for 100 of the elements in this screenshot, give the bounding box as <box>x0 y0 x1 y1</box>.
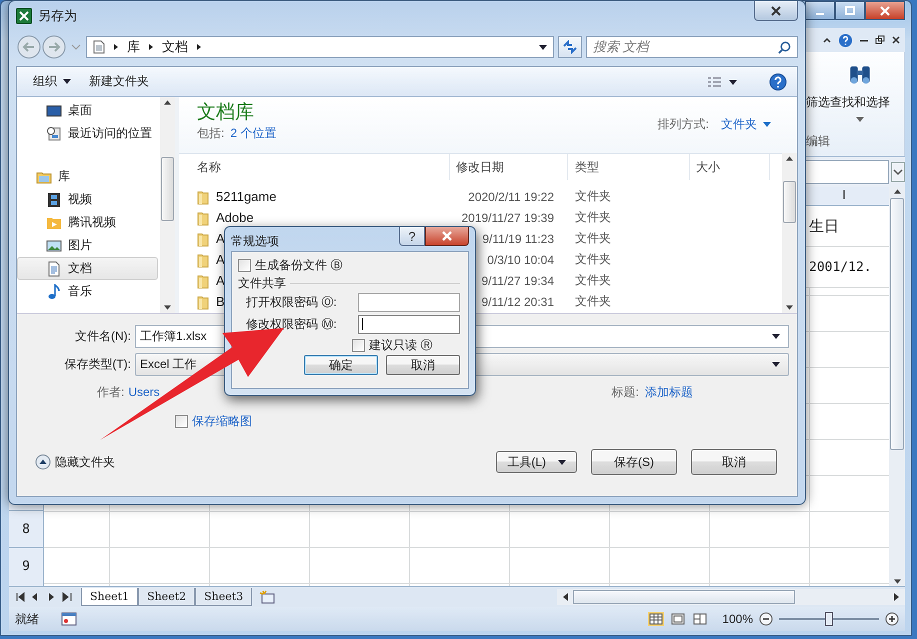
scroll-left-icon[interactable] <box>561 592 569 602</box>
new-folder-button[interactable]: 新建文件夹 <box>89 73 149 90</box>
scroll-down-icon[interactable] <box>894 579 900 584</box>
minimize-button[interactable] <box>805 1 835 20</box>
expand-formula-icon[interactable] <box>891 161 905 183</box>
chevron-icon[interactable] <box>196 43 202 51</box>
add-title-link[interactable]: 添加标题 <box>645 384 693 400</box>
folder-icon <box>197 294 209 310</box>
close-button[interactable] <box>865 1 905 20</box>
help-button[interactable]: ? <box>399 227 425 246</box>
read-only-label[interactable]: 建议只读 Ⓡ <box>369 336 432 354</box>
collapse-icon[interactable] <box>35 454 51 470</box>
chevron-icon[interactable] <box>148 43 154 51</box>
locations-link[interactable]: 2 个位置 <box>230 125 276 142</box>
nav-item[interactable]: 腾讯视频 <box>17 211 158 234</box>
column-header[interactable]: 名称 <box>179 154 450 180</box>
close-button[interactable] <box>754 1 798 21</box>
horizontal-scrollbar[interactable] <box>557 589 905 605</box>
breadcrumb-item[interactable]: 文档 <box>162 38 188 56</box>
page-break-icon[interactable] <box>692 612 708 626</box>
scroll-up-icon[interactable] <box>894 189 900 194</box>
password-field[interactable] <box>358 315 460 334</box>
backup-label[interactable]: 生成备份文件 Ⓑ <box>255 256 342 274</box>
vertical-scrollbar[interactable] <box>782 153 797 313</box>
file-name[interactable]: A <box>216 231 225 246</box>
nav-item[interactable]: 文档 <box>17 257 158 280</box>
scroll-up-icon[interactable] <box>164 100 171 105</box>
address-bar[interactable]: 库 文档 <box>86 36 554 58</box>
zoom-level[interactable]: 100% <box>722 612 753 626</box>
sheet-tab[interactable]: Sheet1 <box>81 588 138 606</box>
ok-button[interactable]: 确定 <box>304 355 378 375</box>
column-header[interactable]: 修改日期 <box>450 154 568 180</box>
row-number[interactable]: 9 <box>9 547 43 584</box>
help-icon[interactable] <box>769 72 787 90</box>
file-name[interactable]: B <box>216 294 225 309</box>
cancel-button[interactable]: 取消 <box>386 355 460 375</box>
table-cell-text: 生日 <box>808 216 839 236</box>
file-type: 文件夹 <box>574 209 612 226</box>
film-icon <box>46 192 62 208</box>
hide-folders-link[interactable]: 隐藏文件夹 <box>55 454 115 470</box>
scroll-thumb[interactable] <box>890 198 904 450</box>
close-icon <box>442 231 452 241</box>
author-link[interactable]: Users <box>128 385 160 399</box>
checkbox[interactable] <box>238 258 251 272</box>
nav-item[interactable]: 最近访问的位置 <box>17 122 158 145</box>
file-name[interactable]: Adobe <box>216 210 254 225</box>
nav-item[interactable]: 桌面 <box>17 99 158 122</box>
tools-button[interactable]: 工具(L) <box>496 451 577 473</box>
maximize-button[interactable] <box>835 1 865 20</box>
scroll-thumb[interactable] <box>161 157 174 221</box>
sort-filter-label[interactable]: 筛选 <box>806 94 830 111</box>
vertical-scrollbar[interactable] <box>889 187 905 586</box>
close-icon[interactable] <box>891 35 901 45</box>
restore-icon[interactable] <box>875 35 885 45</box>
checkbox[interactable] <box>175 414 188 428</box>
vertical-scrollbar[interactable] <box>160 97 175 313</box>
zoom-slider-thumb[interactable] <box>825 612 833 626</box>
organize-menu[interactable]: 组织 <box>33 73 71 90</box>
scroll-thumb[interactable] <box>783 181 796 223</box>
normal-view-icon[interactable] <box>648 612 664 626</box>
zoom-out-icon[interactable] <box>759 612 773 626</box>
help-icon[interactable] <box>838 32 853 48</box>
chevron-icon[interactable] <box>113 43 119 51</box>
column-header[interactable]: 大小 <box>690 154 770 180</box>
macro-record-icon[interactable] <box>61 612 77 626</box>
nav-item[interactable]: 音乐 <box>17 280 158 303</box>
file-name[interactable]: A <box>216 273 225 288</box>
row-number[interactable]: 8 <box>9 510 43 547</box>
refresh-button[interactable] <box>558 36 582 58</box>
password-field[interactable] <box>358 293 460 312</box>
cancel-button[interactable]: 取消 <box>691 449 777 475</box>
nav-item[interactable]: 图片 <box>17 234 158 257</box>
save-button[interactable]: 保存(S) <box>591 449 677 475</box>
sheet-tab[interactable]: Sheet2 <box>138 588 196 606</box>
column-header[interactable]: 类型 <box>568 154 690 180</box>
password-label: 打开权限密码 Ⓞ: <box>246 294 338 311</box>
close-button[interactable] <box>425 227 469 246</box>
scroll-down-icon[interactable] <box>786 305 793 310</box>
insert-sheet-icon[interactable] <box>258 590 276 604</box>
thumbnail-label[interactable]: 保存缩略图 <box>192 412 252 430</box>
breadcrumb-item[interactable]: 库 <box>127 38 140 56</box>
search-icon[interactable] <box>778 40 791 54</box>
checkbox[interactable] <box>352 338 365 352</box>
file-name[interactable]: A <box>216 252 225 267</box>
view-options-icon[interactable] <box>707 76 737 88</box>
scroll-right-icon[interactable] <box>893 592 901 602</box>
search-field[interactable]: 搜索 文档 <box>586 36 798 58</box>
file-name[interactable]: 5211game <box>216 189 276 204</box>
find-select-button[interactable]: 查找和选择 <box>830 62 890 122</box>
scroll-thumb[interactable] <box>573 590 795 604</box>
nav-item[interactable]: 视频 <box>17 188 158 211</box>
sheet-tab[interactable]: Sheet3 <box>195 588 252 606</box>
document-icon <box>93 40 105 54</box>
collapse-ribbon-icon[interactable] <box>822 35 832 45</box>
scroll-down-icon[interactable] <box>164 305 171 310</box>
includes-label: 包括: <box>197 125 224 142</box>
page-layout-icon[interactable] <box>670 612 686 626</box>
nav-item[interactable]: 库 <box>17 165 158 188</box>
zoom-in-icon[interactable] <box>885 612 899 626</box>
arrange-by-dropdown[interactable]: 文件夹 <box>721 116 771 132</box>
